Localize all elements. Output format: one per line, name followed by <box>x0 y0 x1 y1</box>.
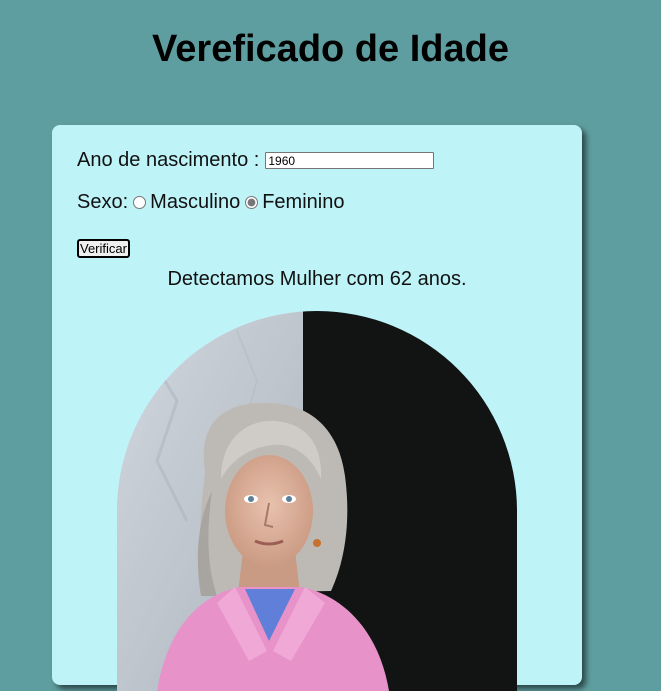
radio-feminino-label[interactable]: Feminino <box>262 191 344 214</box>
sex-label: Sexo: <box>77 191 129 213</box>
portrait-image <box>117 311 517 691</box>
birth-year-label: Ano de nascimento : <box>77 149 260 171</box>
portrait-illustration <box>117 311 517 691</box>
form-card: Ano de nascimento : Sexo: Masculino Femi… <box>52 125 582 691</box>
radio-feminino[interactable] <box>245 196 259 209</box>
page-title: Vereficado de Idade <box>152 28 509 70</box>
verify-button[interactable]: Verificar <box>77 239 130 258</box>
result-text: Detectamos Mulher com 62 anos. <box>167 268 467 290</box>
radio-masculino[interactable] <box>133 196 147 209</box>
sex-row: Sexo: Masculino Feminino <box>77 191 344 214</box>
radio-masculino-label[interactable]: Masculino <box>150 191 240 214</box>
birth-year-input[interactable] <box>265 152 435 169</box>
birth-year-row: Ano de nascimento : <box>77 149 435 172</box>
